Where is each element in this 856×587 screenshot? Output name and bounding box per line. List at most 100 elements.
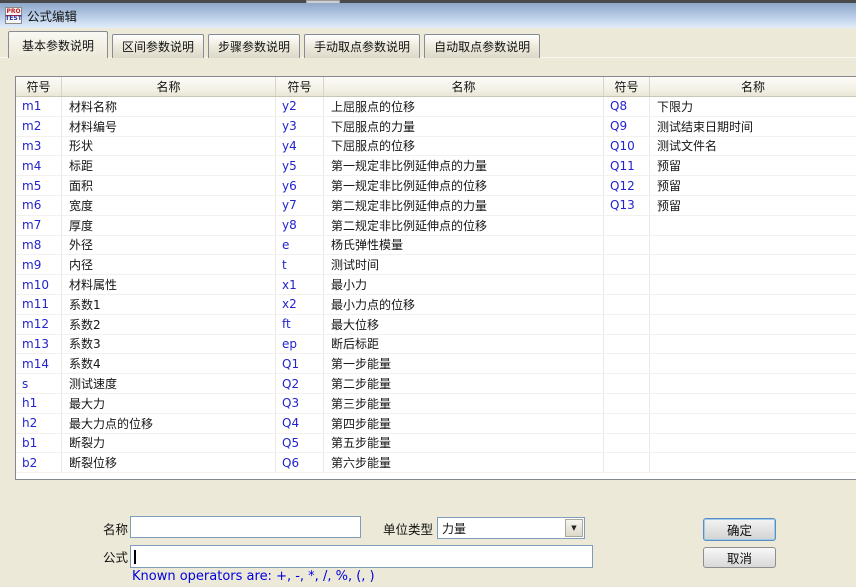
table-row[interactable]: s测试速度 <box>16 374 276 394</box>
table-row[interactable]: b1断裂力 <box>16 434 276 454</box>
table-row[interactable]: Q5第五步能量 <box>276 434 604 454</box>
row-symbol: m4 <box>16 156 62 175</box>
table-row[interactable]: b2断裂位移 <box>16 453 276 473</box>
table-row[interactable]: m8外径 <box>16 236 276 256</box>
row-symbol: Q5 <box>276 434 324 453</box>
tab-step-params[interactable]: 步骤参数说明 <box>208 34 300 58</box>
table-row[interactable]: Q9测试结束日期时间 <box>604 117 856 137</box>
table-row[interactable]: Q12预留 <box>604 176 856 196</box>
table-row[interactable] <box>604 295 856 315</box>
table-row[interactable]: ep断后标距 <box>276 335 604 355</box>
table-row[interactable]: y2上屈服点的位移 <box>276 97 604 117</box>
table-row[interactable] <box>604 434 856 454</box>
row-name <box>650 394 856 413</box>
table-row[interactable]: m3形状 <box>16 137 276 157</box>
row-name: 第六步能量 <box>324 453 604 472</box>
row-symbol <box>604 434 650 453</box>
table-row[interactable]: h2最大力点的位移 <box>16 414 276 434</box>
row-name <box>650 216 856 235</box>
table-row[interactable]: m2材料编号 <box>16 117 276 137</box>
table-row[interactable]: t测试时间 <box>276 255 604 275</box>
row-symbol: h2 <box>16 414 62 433</box>
table-row[interactable]: m5面积 <box>16 176 276 196</box>
row-name: 最大力 <box>62 394 276 413</box>
row-symbol <box>604 255 650 274</box>
table-row[interactable] <box>604 394 856 414</box>
unit-type-dropdown[interactable]: 力量 ▼ <box>437 517 585 539</box>
table-row[interactable]: m9内径 <box>16 255 276 275</box>
table-row[interactable] <box>604 255 856 275</box>
table-row[interactable]: Q2第二步能量 <box>276 374 604 394</box>
table-row[interactable]: Q4第四步能量 <box>276 414 604 434</box>
table-row[interactable]: Q6第六步能量 <box>276 453 604 473</box>
row-name: 材料名称 <box>62 97 276 116</box>
tab-label: 手动取点参数说明 <box>314 38 410 55</box>
table-row[interactable]: Q3第三步能量 <box>276 394 604 414</box>
table-row[interactable]: m12系数2 <box>16 315 276 335</box>
table-row[interactable]: y8第二规定非比例延伸点的位移 <box>276 216 604 236</box>
row-name <box>650 453 856 472</box>
tab-auto-point-params[interactable]: 自动取点参数说明 <box>424 34 540 58</box>
table-row[interactable]: Q11预留 <box>604 156 856 176</box>
row-name: 测试速度 <box>62 374 276 393</box>
table-row[interactable]: y6第一规定非比例延伸点的位移 <box>276 176 604 196</box>
header-name-2[interactable]: 名称 <box>324 77 604 96</box>
formula-input[interactable] <box>130 545 593 568</box>
table-row[interactable]: m4标距 <box>16 156 276 176</box>
tab-interval-params[interactable]: 区间参数说明 <box>112 34 204 58</box>
titlebar[interactable]: PRO TEST 公式编辑 <box>0 3 856 28</box>
tab-basic-params[interactable]: 基本参数说明 <box>8 31 108 58</box>
table-row[interactable]: ft最大位移 <box>276 315 604 335</box>
table-row[interactable]: m10材料属性 <box>16 275 276 295</box>
row-symbol: y8 <box>276 216 324 235</box>
table-row[interactable]: e杨氏弹性模量 <box>276 236 604 256</box>
row-symbol <box>604 453 650 472</box>
table-row[interactable]: m1材料名称 <box>16 97 276 117</box>
row-name <box>650 255 856 274</box>
name-input[interactable] <box>130 516 361 538</box>
table-row[interactable]: x1最小力 <box>276 275 604 295</box>
table-row[interactable] <box>604 354 856 374</box>
row-symbol: m12 <box>16 315 62 334</box>
table-row[interactable]: Q1第一步能量 <box>276 354 604 374</box>
unit-type-label: 单位类型 <box>383 517 433 539</box>
table-row[interactable] <box>604 216 856 236</box>
row-symbol: Q4 <box>276 414 324 433</box>
table-row[interactable]: Q13预留 <box>604 196 856 216</box>
cancel-button[interactable]: 取消 <box>703 547 776 568</box>
row-name: 内径 <box>62 255 276 274</box>
table-row[interactable]: Q8下限力 <box>604 97 856 117</box>
header-symbol-1[interactable]: 符号 <box>16 77 62 96</box>
table-row[interactable] <box>604 236 856 256</box>
row-symbol: s <box>16 374 62 393</box>
table-row[interactable]: y3下屈服点的力量 <box>276 117 604 137</box>
row-name: 第四步能量 <box>324 414 604 433</box>
table-row[interactable]: m13系数3 <box>16 335 276 355</box>
header-name-1[interactable]: 名称 <box>62 77 276 96</box>
table-row[interactable] <box>604 414 856 434</box>
table-row[interactable] <box>604 374 856 394</box>
header-symbol-3[interactable]: 符号 <box>604 77 650 96</box>
table-row[interactable]: m14系数4 <box>16 354 276 374</box>
ok-button[interactable]: 确定 <box>703 518 776 541</box>
table-row[interactable] <box>604 453 856 473</box>
table-row[interactable] <box>604 275 856 295</box>
tab-manual-point-params[interactable]: 手动取点参数说明 <box>304 34 420 58</box>
table-row[interactable]: y5第一规定非比例延伸点的力量 <box>276 156 604 176</box>
table-row[interactable]: y4下屈服点的位移 <box>276 137 604 157</box>
table-row[interactable]: m6宽度 <box>16 196 276 216</box>
row-name: 预留 <box>650 176 856 195</box>
table-row[interactable] <box>604 315 856 335</box>
table-row[interactable]: m7厚度 <box>16 216 276 236</box>
tab-label: 基本参数说明 <box>22 37 94 54</box>
header-name-3[interactable]: 名称 <box>650 77 856 96</box>
table-row[interactable] <box>604 335 856 355</box>
header-symbol-2[interactable]: 符号 <box>276 77 324 96</box>
table-row[interactable]: Q10测试文件名 <box>604 137 856 157</box>
table-row[interactable]: m11系数1 <box>16 295 276 315</box>
table-row[interactable]: h1最大力 <box>16 394 276 414</box>
table-row[interactable]: y7第二规定非比例延伸点的力量 <box>276 196 604 216</box>
dropdown-arrow-button[interactable]: ▼ <box>565 519 583 537</box>
table-row[interactable]: x2最小力点的位移 <box>276 295 604 315</box>
row-name: 第五步能量 <box>324 434 604 453</box>
